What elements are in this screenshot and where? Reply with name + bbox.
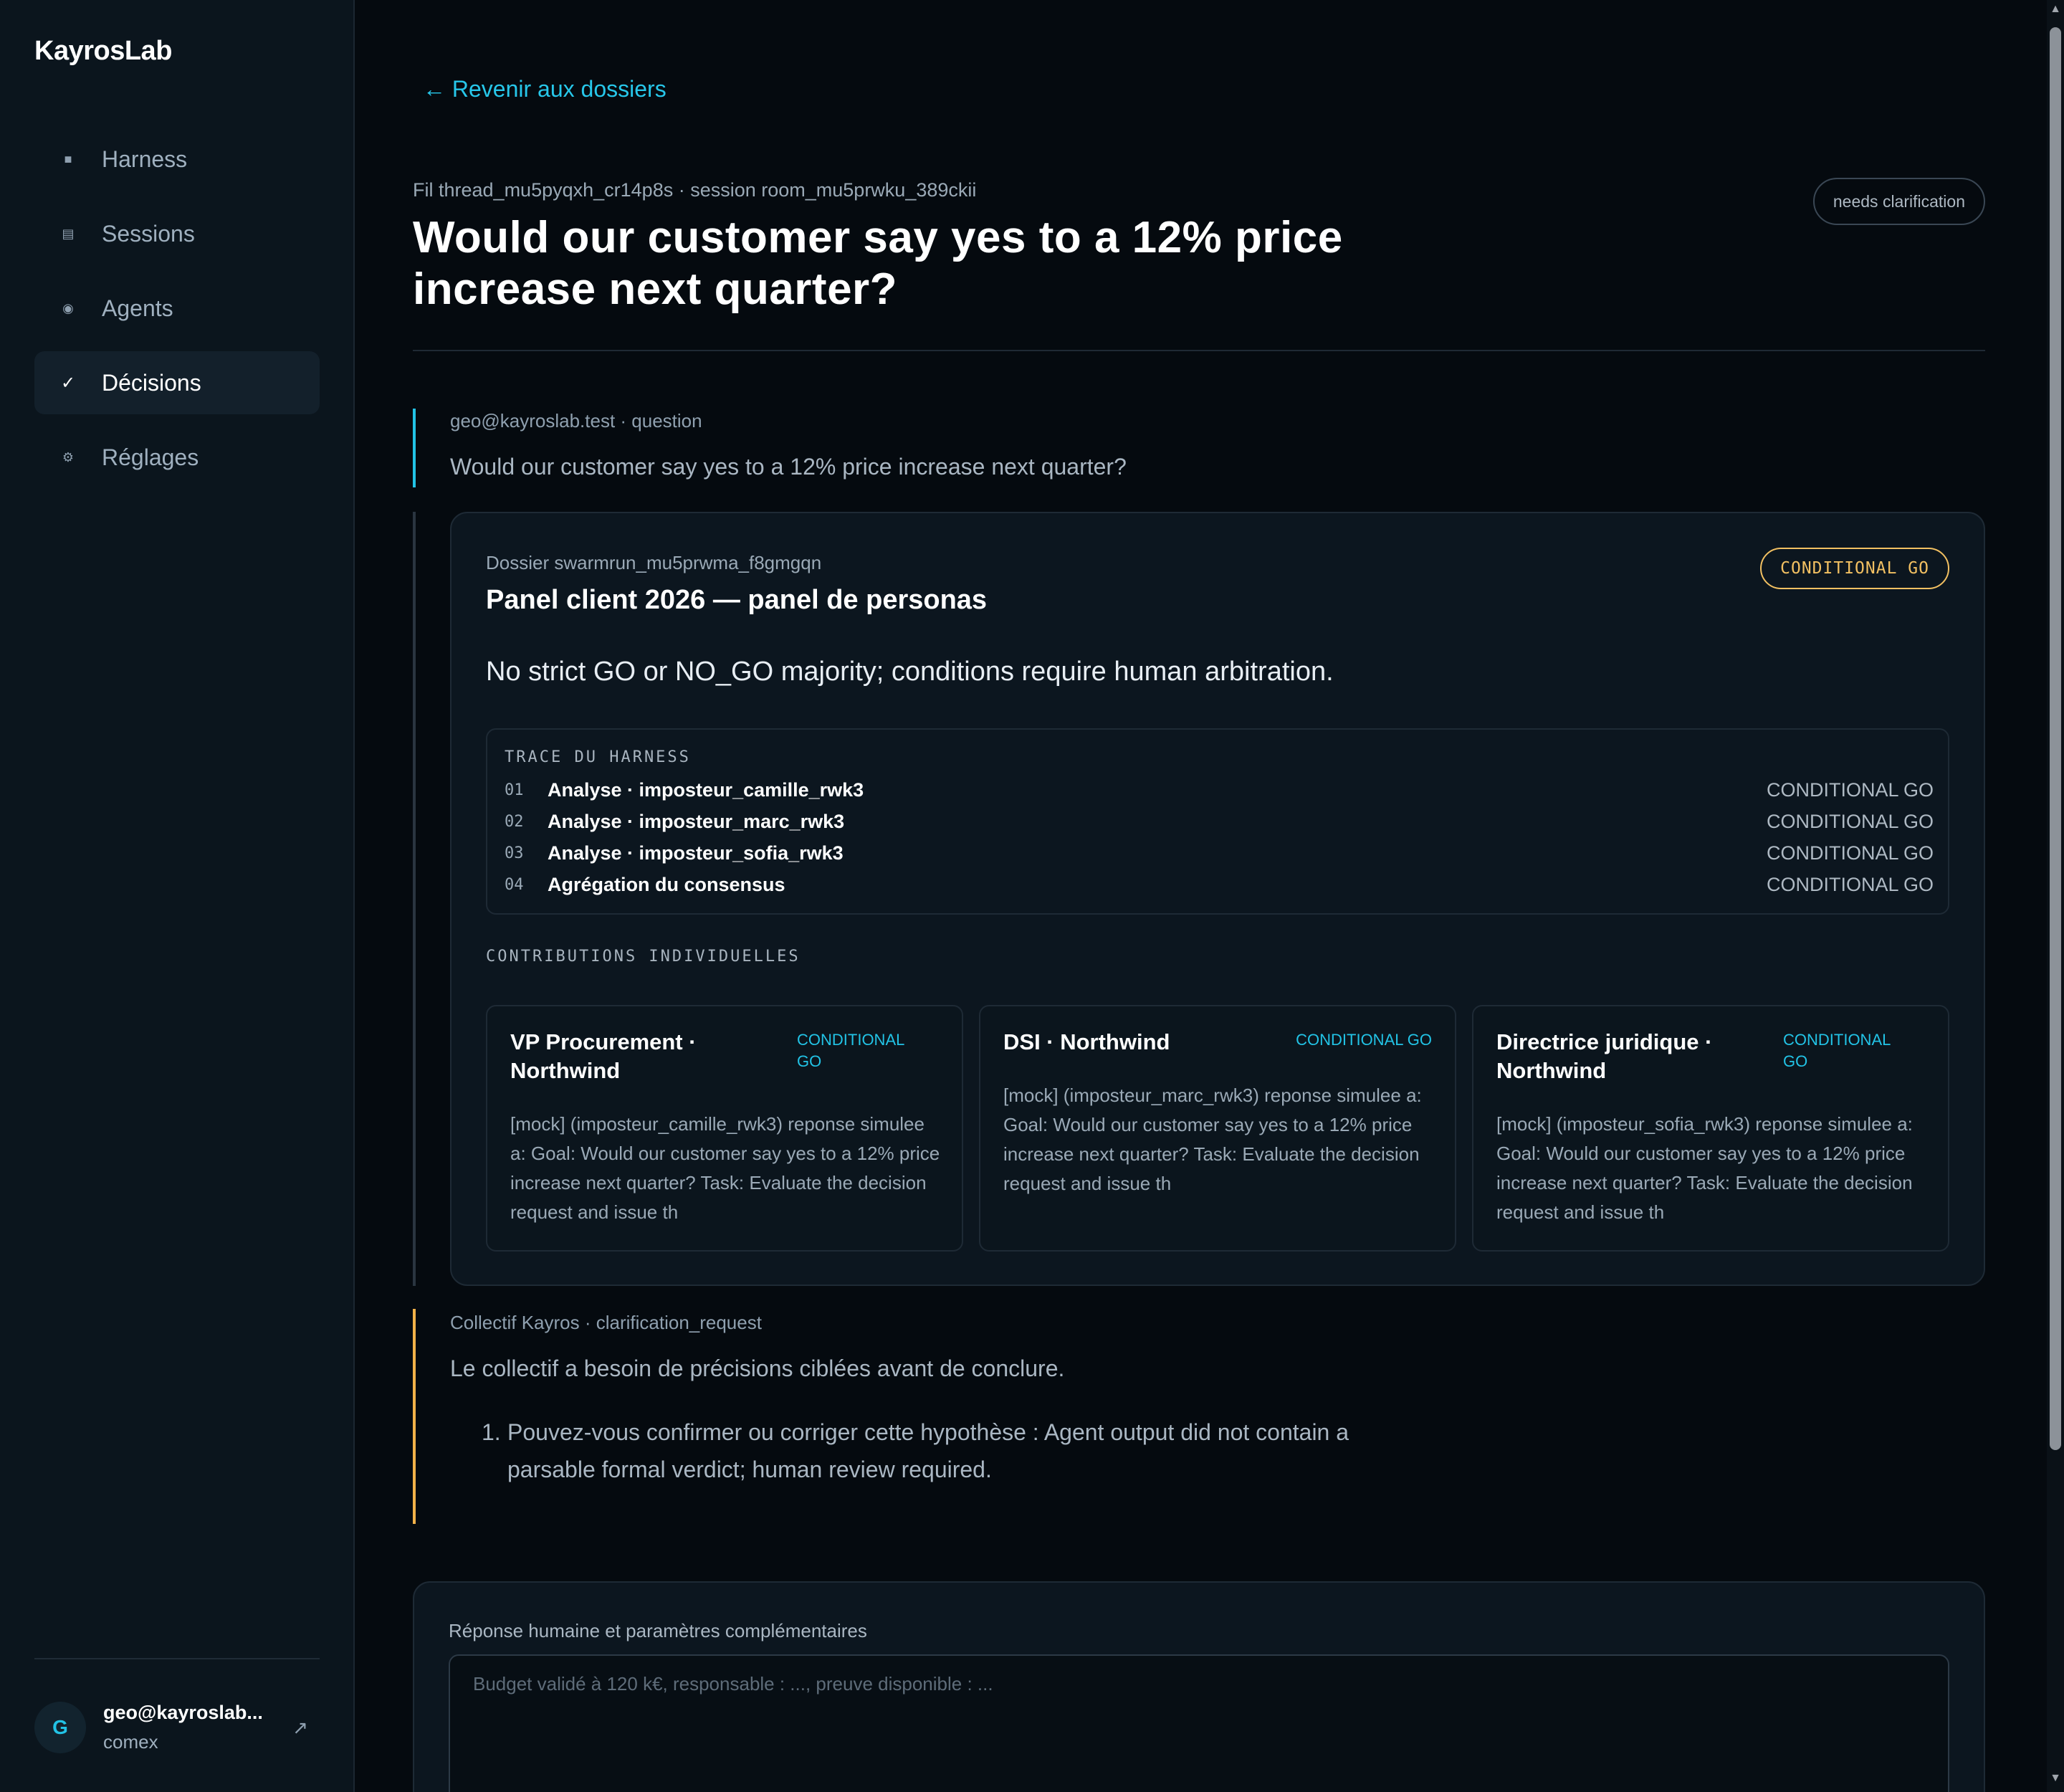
scroll-down-icon[interactable]: ▼ — [2050, 1772, 2061, 1789]
trace-step-label: Analyse · imposteur_sofia_rwk3 — [548, 842, 844, 864]
scrollbar-thumb[interactable] — [2050, 27, 2061, 1450]
trace-row: 04 Agrégation du consensus CONDITIONAL G… — [505, 870, 1934, 899]
reply-label: Réponse humaine et paramètres complément… — [449, 1620, 867, 1641]
sidebar-nav: ■ Harness ▤ Sessions ◉ Agents ✓ Décision… — [34, 128, 320, 500]
contributions-heading: CONTRIBUTIONS INDIVIDUELLES — [486, 948, 801, 966]
contribution-verdict: CONDITIONAL GO — [1783, 1031, 1891, 1070]
trace-step-number: 03 — [505, 844, 524, 862]
verdict-badge: CONDITIONAL GO — [1760, 548, 1949, 589]
trace-step-verdict: CONDITIONAL GO — [1766, 873, 1934, 895]
sidebar-item-label: Sessions — [102, 220, 195, 247]
clarification-list: 1. Pouvez-vous confirmer ou corriger cet… — [450, 1414, 1439, 1488]
trace-step-number: 04 — [505, 875, 524, 894]
sidebar: KayrosLab ■ Harness ▤ Sessions ◉ Agents … — [0, 0, 355, 1792]
sidebar-item-label: Agents — [102, 295, 173, 321]
dossier-title: Panel client 2026 — panel de personas — [486, 585, 988, 615]
sidebar-item-label: Décisions — [102, 369, 201, 396]
app-logo[interactable]: KayrosLab — [34, 36, 172, 67]
avatar: G — [34, 1702, 86, 1753]
check-icon: ✓ — [60, 373, 76, 393]
square-icon: ■ — [64, 151, 72, 166]
contribution-body: [mock] (imposteur_sofia_rwk3) reponse si… — [1496, 1113, 1913, 1223]
reply-textarea[interactable] — [449, 1654, 1949, 1792]
clarification-message: Collectif Kayros · clarification_request… — [413, 1309, 1985, 1524]
list-icon: ▤ — [62, 226, 75, 241]
scroll-up-icon[interactable]: ▲ — [2050, 3, 2061, 20]
contribution-body: [mock] (imposteur_marc_rwk3) reponse sim… — [1003, 1085, 1422, 1194]
divider — [413, 350, 1985, 351]
user-profile[interactable]: G geo@kayroslab... comex ↗ — [34, 1697, 320, 1758]
question-message: geo@kayroslab.test · question Would our … — [413, 409, 1985, 487]
user-info: geo@kayroslab... comex — [103, 1702, 292, 1753]
contribution-body: [mock] (imposteur_camille_rwk3) reponse … — [510, 1113, 940, 1223]
dossier-card: Dossier swarmrun_mu5prwma_f8gmgqn Panel … — [450, 512, 1985, 1286]
reply-panel: Réponse humaine et paramètres complément… — [413, 1581, 1985, 1792]
back-to-dossiers-link[interactable]: ← Revenir aux dossiers — [423, 76, 666, 103]
trace-row: 02 Analyse · imposteur_marc_rwk3 CONDITI… — [505, 807, 1934, 836]
trace-row: 03 Analyse · imposteur_sofia_rwk3 CONDIT… — [505, 839, 1934, 867]
message-text: Would our customer say yes to a 12% pric… — [450, 454, 1127, 480]
trace-step-label: Analyse · imposteur_camille_rwk3 — [548, 778, 864, 801]
contribution-card: Directrice juridique · Northwind CONDITI… — [1472, 1005, 1949, 1252]
trace-step-verdict: CONDITIONAL GO — [1766, 778, 1934, 801]
list-item: 1. Pouvez-vous confirmer ou corriger cet… — [482, 1414, 1439, 1488]
message-meta: geo@kayroslab.test · question — [450, 410, 702, 432]
external-link-icon[interactable]: ↗ — [292, 1717, 308, 1739]
sidebar-item-decisions[interactable]: ✓ Décisions — [34, 351, 320, 414]
sidebar-item-sessions[interactable]: ▤ Sessions — [34, 202, 320, 265]
sidebar-item-label: Harness — [102, 146, 188, 172]
gear-icon: ⚙ — [62, 449, 75, 464]
status-badge: needs clarification — [1812, 178, 1985, 225]
trace-row: 01 Analyse · imposteur_camille_rwk3 COND… — [505, 776, 1934, 804]
target-icon: ◉ — [62, 300, 74, 315]
trace-step-verdict: CONDITIONAL GO — [1766, 842, 1934, 864]
user-role: comex — [103, 1731, 158, 1753]
thread-meta: Fil thread_mu5pyqxh_cr14p8s · session ro… — [413, 179, 977, 201]
contribution-card: VP Procurement · Northwind CONDITIONAL G… — [486, 1005, 963, 1252]
scrollbar[interactable]: ▲ ▼ — [2047, 0, 2064, 1792]
sidebar-item-harness[interactable]: ■ Harness — [34, 128, 320, 191]
contribution-verdict: CONDITIONAL GO — [1296, 1031, 1432, 1049]
trace-step-number: 02 — [505, 812, 524, 831]
page-title: Would our customer say yes to a 12% pric… — [413, 213, 1343, 314]
harness-trace: TRACE DU HARNESS 01 Analyse · imposteur_… — [486, 728, 1949, 915]
trace-step-verdict: CONDITIONAL GO — [1766, 810, 1934, 832]
contribution-verdict: CONDITIONAL GO — [797, 1031, 904, 1070]
trace-step-number: 01 — [505, 781, 524, 799]
contribution-persona: Directrice juridique · Northwind — [1496, 1029, 1713, 1083]
user-email: geo@kayroslab... — [103, 1702, 263, 1723]
contribution-persona: VP Procurement · Northwind — [510, 1029, 697, 1083]
message-text: Le collectif a besoin de précisions cibl… — [450, 1355, 1065, 1381]
thread-rail — [413, 512, 416, 1286]
trace-step-label: Analyse · imposteur_marc_rwk3 — [548, 810, 845, 832]
dossier-id: Dossier swarmrun_mu5prwma_f8gmgqn — [486, 552, 822, 573]
trace-heading: TRACE DU HARNESS — [505, 748, 691, 766]
list-item-text: Pouvez-vous confirmer ou corriger cette … — [507, 1419, 1349, 1482]
trace-step-label: Agrégation du consensus — [548, 873, 785, 895]
sidebar-item-agents[interactable]: ◉ Agents — [34, 277, 320, 340]
sidebar-item-label: Réglages — [102, 444, 199, 470]
contribution-card: DSI · Northwind CONDITIONAL GO [mock] (i… — [979, 1005, 1456, 1252]
sidebar-divider — [34, 1658, 320, 1659]
contribution-persona: DSI · Northwind — [1003, 1029, 1170, 1054]
sidebar-item-settings[interactable]: ⚙ Réglages — [34, 426, 320, 489]
list-item-number: 1. — [482, 1419, 501, 1445]
message-meta: Collectif Kayros · clarification_request — [450, 1312, 762, 1333]
dossier-summary: No strict GO or NO_GO majority; conditio… — [486, 657, 1334, 687]
